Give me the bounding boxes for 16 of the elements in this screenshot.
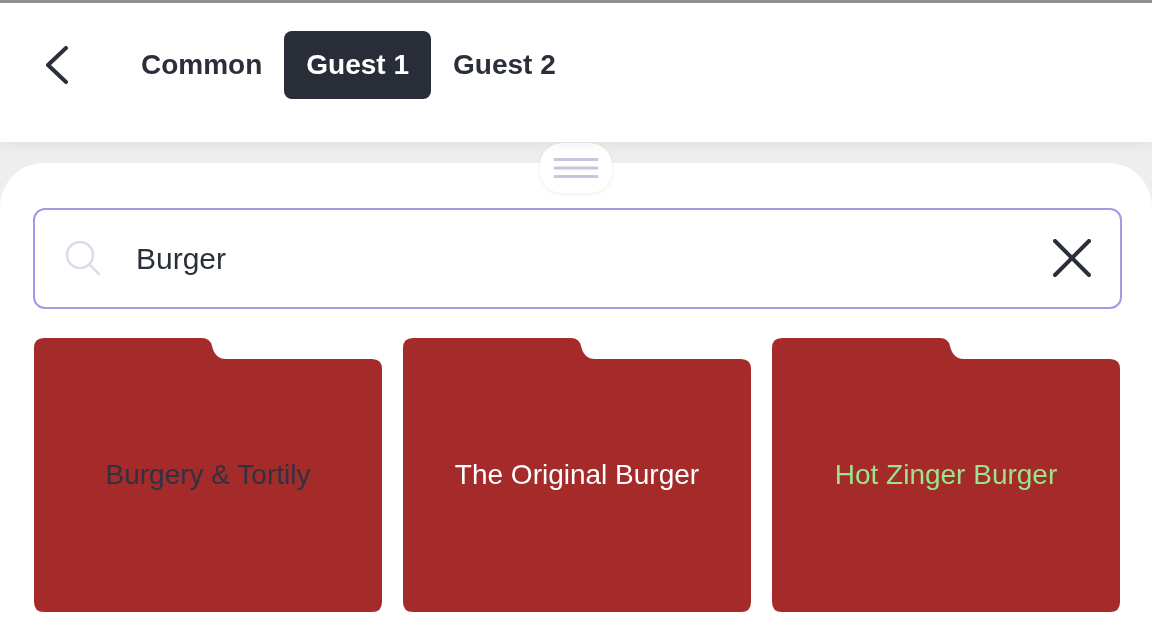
grip-lines-icon	[553, 158, 599, 178]
folder-label: The Original Burger	[454, 459, 700, 491]
folder-card[interactable]: Hot Zinger Burger	[772, 338, 1120, 612]
folder-label: Burgery & Tortily	[105, 459, 311, 491]
folder-card[interactable]: The Original Burger	[403, 338, 751, 612]
chevron-left-icon	[45, 46, 69, 84]
search-field[interactable]: Burger	[33, 208, 1122, 309]
tab[interactable]: Guest 1	[284, 31, 432, 99]
tab[interactable]: Guest 2	[431, 31, 578, 99]
drag-handle[interactable]	[540, 143, 612, 193]
tab[interactable]: Common	[119, 31, 285, 99]
search-icon	[65, 240, 101, 276]
back-button[interactable]	[45, 46, 69, 84]
close-icon	[1052, 239, 1092, 277]
clear-button[interactable]	[1052, 239, 1092, 277]
folder-label: Hot Zinger Burger	[834, 459, 1058, 491]
